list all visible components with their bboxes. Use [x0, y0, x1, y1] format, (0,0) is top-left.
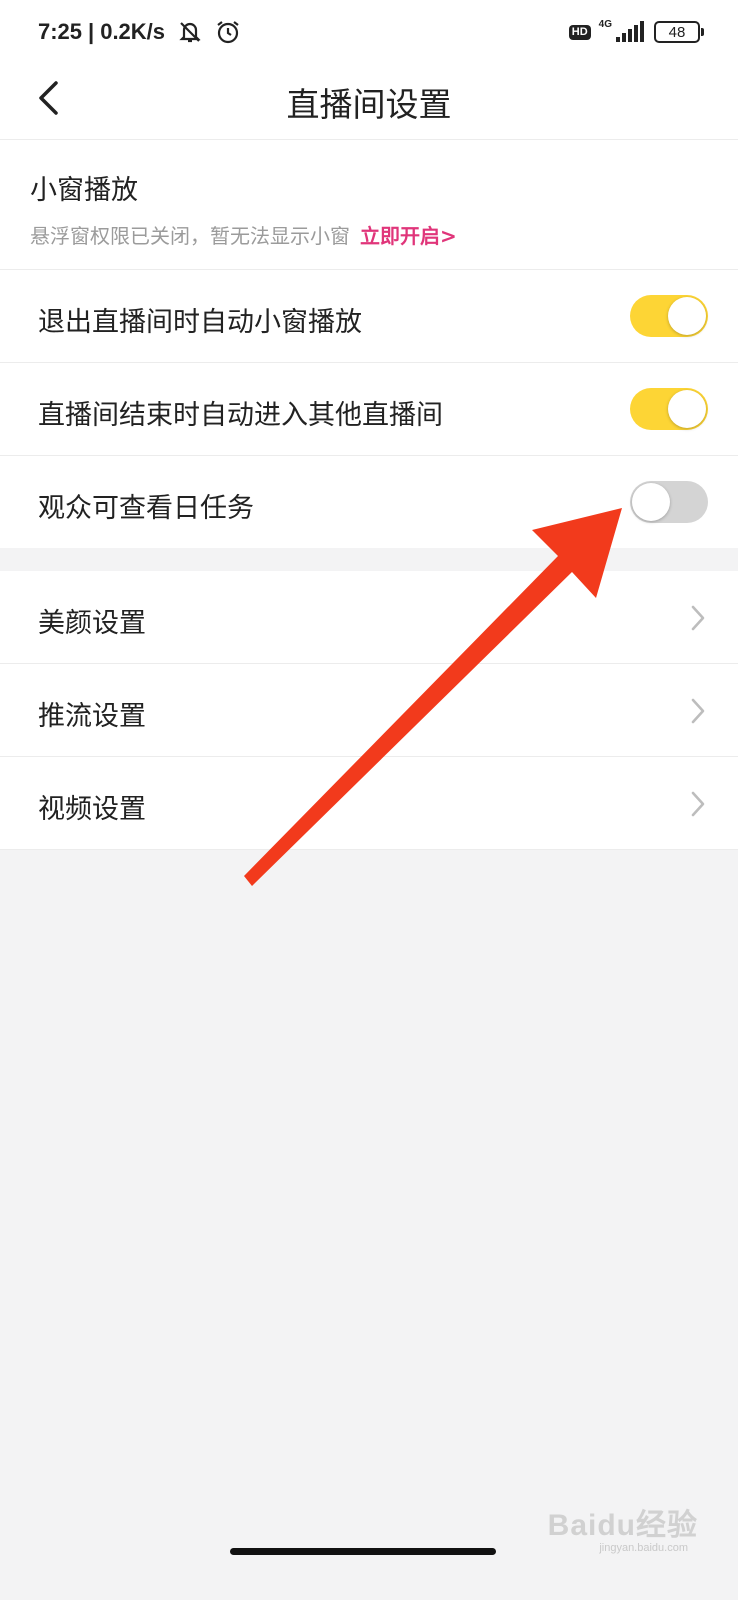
battery-icon: 48 [654, 21, 704, 43]
hd-badge: HD [568, 24, 591, 40]
status-bar: 7:25 | 0.2K/s HD 4G 48 [0, 0, 738, 64]
home-indicator[interactable] [230, 1548, 496, 1555]
toggle-settings-section: 退出直播间时自动小窗播放 直播间结束时自动进入其他直播间 观众可查看日任务 [0, 270, 738, 548]
status-speed: 0.2K/s [100, 19, 166, 44]
setting-row-daily-tasks: 观众可查看日任务 [0, 456, 738, 549]
nav-item-stream-settings[interactable]: 推流设置 [0, 664, 738, 757]
nav-bar: 直播间设置 [0, 64, 738, 140]
status-right: HD 4G 48 [568, 18, 704, 43]
setting-label: 退出直播间时自动小窗播放 [38, 307, 362, 338]
chevron-right-icon [691, 605, 705, 631]
setting-row-auto-next-room: 直播间结束时自动进入其他直播间 [0, 363, 738, 456]
auto-next-room-toggle[interactable] [630, 388, 708, 430]
network-type: 4G [598, 18, 612, 30]
setting-label: 直播间结束时自动进入其他直播间 [38, 400, 443, 431]
baidu-watermark-url: jingyan.baidu.com [599, 1542, 688, 1554]
page-title: 直播间设置 [286, 85, 452, 124]
signal-icon [616, 21, 644, 42]
nav-item-beauty-settings[interactable]: 美颜设置 [0, 571, 738, 664]
enable-now-link[interactable]: 立即开启> [360, 224, 457, 248]
toggle-knob [668, 390, 706, 428]
mini-window-title: 小窗播放 [30, 175, 138, 206]
toggle-knob [632, 483, 670, 521]
mini-window-section: 小窗播放 悬浮窗权限已关闭，暂无法显示小窗 立即开启> [0, 140, 738, 270]
auto-mini-window-toggle[interactable] [630, 295, 708, 337]
nav-item-video-settings[interactable]: 视频设置 [0, 757, 738, 850]
alarm-clock-icon [217, 21, 239, 44]
nav-item-label: 视频设置 [38, 794, 146, 825]
chevron-right-icon [691, 698, 705, 724]
setting-row-auto-mini-window: 退出直播间时自动小窗播放 [0, 270, 738, 363]
mini-window-desc-text: 悬浮窗权限已关闭，暂无法显示小窗 [30, 224, 350, 248]
mute-bell-icon [179, 22, 201, 43]
toggle-knob [668, 297, 706, 335]
daily-tasks-toggle[interactable] [630, 481, 708, 523]
nav-item-label: 推流设置 [38, 701, 146, 732]
baidu-watermark: Baidu经验 [547, 1509, 698, 1542]
status-left: 7:25 | 0.2K/s [38, 19, 241, 45]
mini-window-description: 悬浮窗权限已关闭，暂无法显示小窗 立即开启> [30, 220, 457, 249]
status-time: 7:25 [38, 19, 83, 44]
nav-settings-section: 美颜设置 推流设置 视频设置 [0, 571, 738, 850]
status-separator: | [88, 19, 95, 44]
setting-label: 观众可查看日任务 [38, 493, 254, 524]
chevron-right-icon [691, 791, 705, 817]
nav-item-label: 美颜设置 [38, 608, 146, 639]
